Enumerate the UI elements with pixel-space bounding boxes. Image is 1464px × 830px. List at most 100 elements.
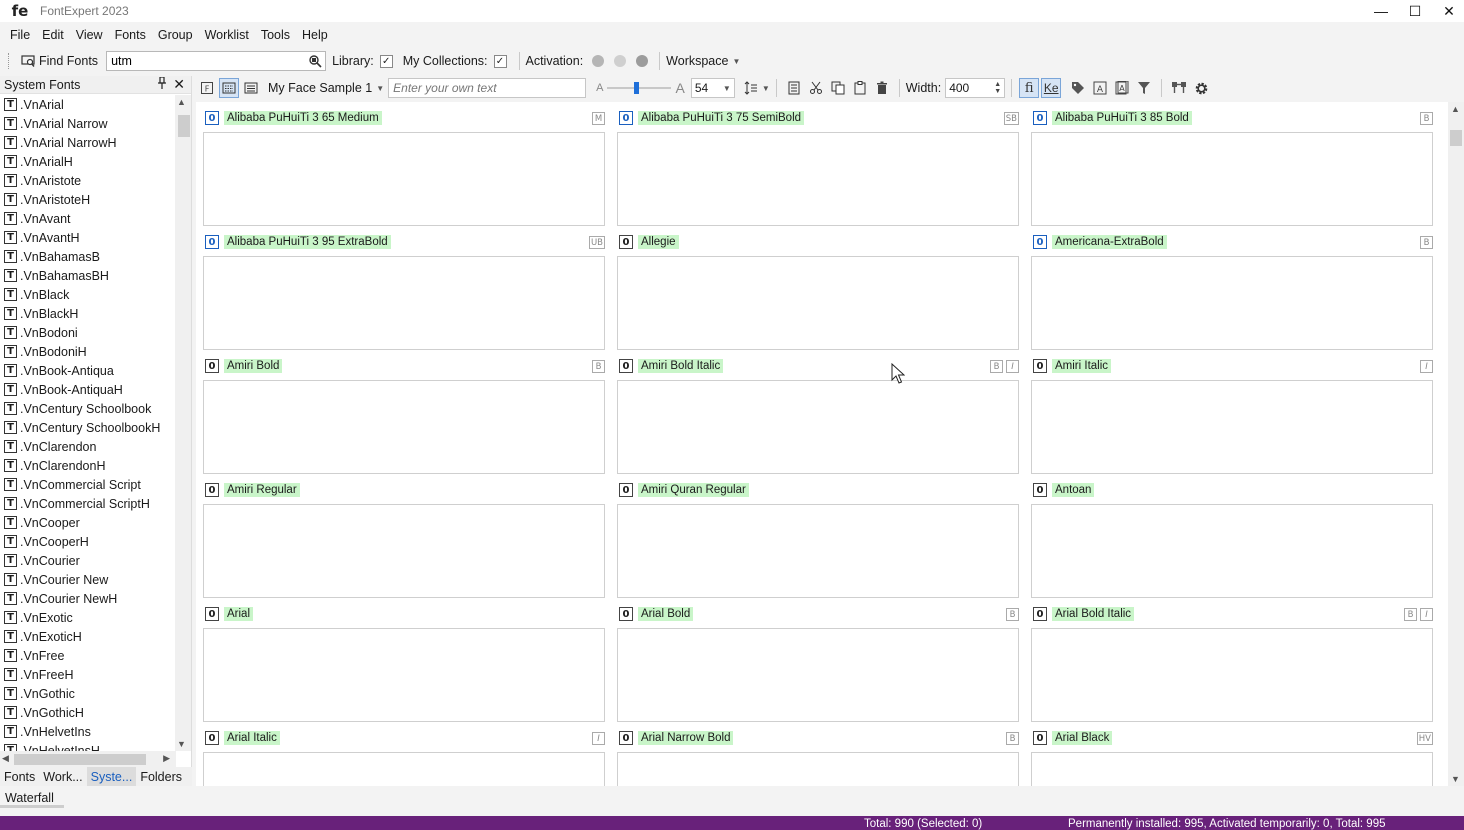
menu-tools[interactable]: Tools [255, 28, 296, 42]
font-list-item[interactable]: T .VnArial NarrowH [0, 133, 176, 152]
sidebar-vertical-scrollbar[interactable]: ▲ ▼ [175, 95, 191, 751]
sidebar-tab[interactable]: Fonts [0, 767, 39, 786]
menu-file[interactable]: File [4, 28, 36, 42]
font-size-combo[interactable]: 54 ▼ [690, 78, 735, 98]
spinner-arrows-icon[interactable]: ▲ ▼ [994, 81, 1001, 95]
scroll-up-icon[interactable]: ▲ [1451, 104, 1460, 114]
menu-help[interactable]: Help [296, 28, 334, 42]
font-status-icon[interactable]: 0 [205, 483, 219, 497]
font-card[interactable]: 0 Alibaba PuHuiTi 3 65 Medium M [203, 108, 605, 226]
font-preview-box[interactable] [617, 752, 1019, 786]
scroll-up-icon[interactable]: ▲ [177, 97, 186, 107]
scroll-down-icon[interactable]: ▼ [177, 739, 186, 749]
font-preview-box[interactable] [1031, 380, 1433, 474]
font-status-icon[interactable]: 0 [1033, 731, 1047, 745]
font-list-item[interactable]: T .VnAvant [0, 209, 176, 228]
font-list-item[interactable]: T .VnCentury SchoolbookH [0, 418, 176, 437]
waterfall-panel-tab[interactable]: Waterfall [0, 788, 1464, 808]
paste-button[interactable] [850, 78, 870, 98]
font-list-item[interactable]: T .VnCooperH [0, 532, 176, 551]
font-status-icon[interactable]: 0 [1033, 235, 1047, 249]
font-status-icon[interactable]: 0 [619, 483, 633, 497]
font-list-item[interactable]: T .VnArialH [0, 152, 176, 171]
font-list-item[interactable]: T .VnFree [0, 646, 176, 665]
font-card[interactable]: 0 Amiri Regular [203, 480, 605, 598]
font-list-item[interactable]: T .VnBodoniH [0, 342, 176, 361]
font-compare-button[interactable]: A [1112, 78, 1132, 98]
font-card[interactable]: 0 Amiri Bold B [203, 356, 605, 474]
font-list-item[interactable]: T .VnFreeH [0, 665, 176, 684]
sidebar-tab[interactable]: Work... [39, 767, 86, 786]
search-options-icon[interactable] [308, 54, 322, 68]
font-preview-box[interactable] [617, 256, 1019, 350]
scrollbar-thumb[interactable] [178, 115, 190, 137]
font-status-icon[interactable]: 0 [205, 731, 219, 745]
menu-fonts[interactable]: Fonts [109, 28, 152, 42]
font-list-item[interactable]: T .VnBook-AntiquaH [0, 380, 176, 399]
font-card[interactable]: 0 Amiri Quran Regular [617, 480, 1019, 598]
scroll-left-icon[interactable]: ◀ [2, 753, 9, 764]
font-status-icon[interactable]: 0 [205, 235, 219, 249]
font-status-icon[interactable]: 0 [205, 111, 219, 125]
activation-dot-2[interactable] [614, 55, 627, 67]
font-list-item[interactable]: T .VnCommercial Script [0, 475, 176, 494]
font-list-item[interactable]: T .VnAristoteH [0, 190, 176, 209]
sidebar-tab[interactable]: Folders [136, 767, 186, 786]
font-list-item[interactable]: T .VnHelvetIns [0, 722, 176, 741]
scroll-right-icon[interactable]: ▶ [163, 753, 170, 764]
line-spacing-button[interactable] [741, 78, 761, 98]
font-preview-box[interactable] [1031, 256, 1433, 350]
font-list-item[interactable]: T .VnExoticH [0, 627, 176, 646]
font-list-item[interactable]: T .VnBahamasB [0, 247, 176, 266]
filter-button[interactable] [1134, 78, 1154, 98]
font-list-item[interactable]: T .VnClarendon [0, 437, 176, 456]
font-card[interactable]: 0 Arial Black HV [1031, 728, 1433, 786]
scrollbar-thumb[interactable] [1450, 130, 1462, 146]
cut-button[interactable] [806, 78, 826, 98]
font-card[interactable]: 0 Arial Bold Italic B I [1031, 604, 1433, 722]
font-list-item[interactable]: T .VnGothic [0, 684, 176, 703]
font-list-item[interactable]: T .VnExotic [0, 608, 176, 627]
font-card[interactable]: 0 Amiri Bold Italic B I [617, 356, 1019, 474]
close-panel-icon[interactable]: ✕ [173, 76, 185, 93]
settings-button[interactable] [1191, 78, 1211, 98]
font-preview-box[interactable] [203, 504, 605, 598]
font-preview-box[interactable] [617, 504, 1019, 598]
list-view-button[interactable] [241, 78, 261, 98]
font-preview-box[interactable] [1031, 752, 1433, 786]
font-card[interactable]: 0 Antoan [1031, 480, 1433, 598]
menu-edit[interactable]: Edit [36, 28, 70, 42]
delete-button[interactable] [872, 78, 892, 98]
ligatures-toggle[interactable]: ﬁ [1019, 78, 1040, 98]
font-list-item[interactable]: T .VnCourier [0, 551, 176, 570]
font-status-icon[interactable]: 0 [1033, 359, 1047, 373]
font-preview-box[interactable] [1031, 628, 1433, 722]
minimize-button[interactable]: — [1364, 0, 1398, 22]
font-preview-box[interactable] [203, 628, 605, 722]
font-status-icon[interactable]: 0 [1033, 111, 1047, 125]
font-card[interactable]: 0 Alibaba PuHuiTi 3 75 SemiBold SB [617, 108, 1019, 226]
font-list-item[interactable]: T .VnGothicH [0, 703, 176, 722]
my-collections-checkbox[interactable]: ✓ [493, 54, 507, 68]
activation-dot-1[interactable] [592, 55, 605, 67]
font-list-item[interactable]: T .VnBahamasBH [0, 266, 176, 285]
font-card[interactable]: 0 Allegie [617, 232, 1019, 350]
font-list-item[interactable]: T .VnCourier NewH [0, 589, 176, 608]
menu-worklist[interactable]: Worklist [199, 28, 255, 42]
font-status-icon[interactable]: 0 [1033, 483, 1047, 497]
activation-dot-3[interactable] [636, 55, 649, 67]
font-status-icon[interactable]: 0 [619, 731, 633, 745]
font-card[interactable]: 0 Americana-ExtraBold B [1031, 232, 1433, 350]
font-card[interactable]: 0 Alibaba PuHuiTi 3 95 ExtraBold UB [203, 232, 605, 350]
font-card[interactable]: 0 Arial [203, 604, 605, 722]
font-card[interactable]: 0 Arial Narrow Bold B [617, 728, 1019, 786]
font-preview-box[interactable] [617, 380, 1019, 474]
scroll-down-icon[interactable]: ▼ [1451, 774, 1460, 784]
sidebar-horizontal-scrollbar[interactable]: ◀ ▶ [0, 751, 176, 767]
slider-knob[interactable] [634, 82, 640, 94]
width-spinner[interactable]: 400 ▲ ▼ [945, 78, 1006, 98]
font-status-icon[interactable]: 0 [205, 607, 219, 621]
font-status-icon[interactable]: 0 [619, 607, 633, 621]
font-size-slider[interactable] [607, 78, 672, 98]
chevron-down-icon[interactable]: ▼ [762, 84, 770, 93]
